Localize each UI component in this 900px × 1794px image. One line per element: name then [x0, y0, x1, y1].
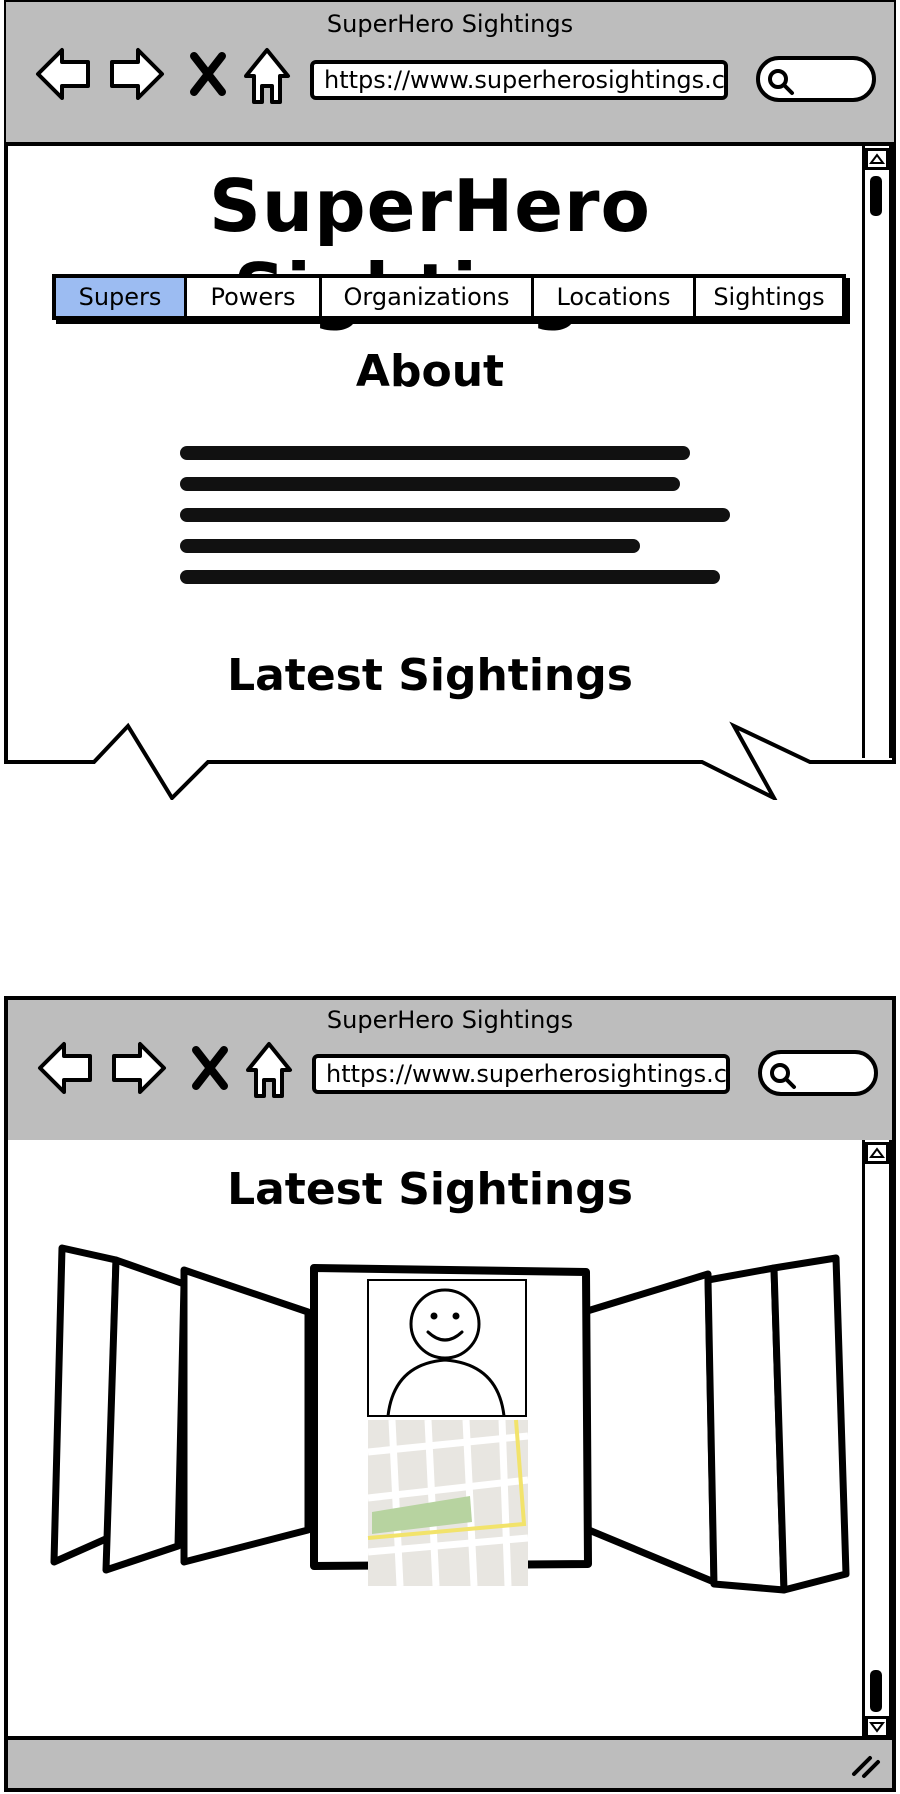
back-arrow-icon[interactable]	[36, 1040, 94, 1096]
home-icon[interactable]	[244, 1040, 294, 1100]
carousel-card-right-1	[580, 1270, 718, 1586]
browser-frame: SuperHero Sightings https://www.superher…	[4, 996, 896, 1792]
scroll-thumb[interactable]	[870, 176, 882, 216]
page-viewport: SuperHero Sightings Supers Powers Organi…	[8, 146, 892, 758]
map-icon	[367, 1419, 529, 1587]
vertical-scrollbar[interactable]	[862, 1140, 892, 1740]
forward-arrow-icon[interactable]	[110, 1040, 168, 1096]
scroll-up-arrow-icon[interactable]	[865, 1142, 889, 1164]
browser-toolbar: SuperHero Sightings https://www.superher…	[6, 2, 894, 146]
close-x-icon[interactable]	[190, 1044, 230, 1094]
tab-supers[interactable]: Supers	[56, 278, 187, 316]
window-title: SuperHero Sightings	[326, 10, 574, 38]
url-field[interactable]: https://www.superherosightings.c	[310, 60, 728, 100]
window-title: SuperHero Sightings	[326, 1006, 574, 1034]
url-field[interactable]: https://www.superherosightings.c	[312, 1054, 730, 1094]
latest-sightings-heading: Latest Sightings	[227, 1164, 633, 1215]
tab-powers[interactable]: Powers	[187, 278, 322, 316]
browser-toolbar: SuperHero Sightings https://www.superher…	[8, 1000, 892, 1144]
back-arrow-icon[interactable]	[34, 46, 92, 102]
carousel-card-right-3	[770, 1254, 850, 1594]
nav-tabs: Supers Powers Organizations Locations Si…	[52, 274, 846, 320]
scroll-down-arrow-icon[interactable]	[865, 1716, 889, 1738]
browser-window-top: SuperHero Sightings https://www.superher…	[4, 0, 896, 800]
scroll-up-arrow-icon[interactable]	[865, 148, 889, 170]
sightings-carousel[interactable]	[8, 1240, 858, 1660]
browser-window-bottom: SuperHero Sightings https://www.superher…	[4, 996, 896, 1794]
search-input[interactable]	[756, 56, 876, 102]
about-text-placeholder	[180, 446, 736, 601]
forward-arrow-icon[interactable]	[108, 46, 166, 102]
latest-sightings-heading: Latest Sightings	[227, 650, 633, 701]
about-heading: About	[355, 346, 505, 397]
tab-locations[interactable]: Locations	[534, 278, 696, 316]
search-icon	[770, 1063, 796, 1089]
page-viewport: Latest Sightings	[8, 1140, 892, 1740]
avatar-face-icon	[409, 1288, 481, 1360]
search-icon	[768, 69, 794, 95]
vertical-scrollbar[interactable]	[862, 146, 892, 758]
carousel-card-left-2	[102, 1256, 188, 1574]
scroll-thumb[interactable]	[870, 1670, 882, 1712]
search-input[interactable]	[758, 1050, 878, 1096]
tab-organizations[interactable]: Organizations	[322, 278, 534, 316]
status-bar	[8, 1736, 892, 1788]
resize-grip-icon[interactable]	[848, 1746, 882, 1780]
carousel-card-left-1	[180, 1266, 312, 1566]
home-icon[interactable]	[242, 46, 292, 106]
close-x-icon[interactable]	[188, 50, 228, 100]
tab-sightings[interactable]: Sightings	[696, 278, 842, 316]
